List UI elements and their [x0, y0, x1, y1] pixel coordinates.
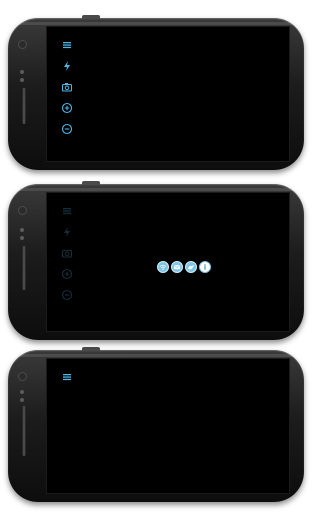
app-screen	[46, 26, 290, 162]
power-button	[82, 181, 100, 185]
power-button	[82, 15, 100, 19]
sensor-dot	[20, 228, 24, 232]
phone-mockup-2	[8, 181, 304, 340]
zoom-out-icon[interactable]	[61, 289, 73, 301]
bird-share-icon[interactable]	[185, 261, 197, 273]
zoom-out-icon[interactable]	[61, 123, 73, 135]
menu-icon[interactable]	[61, 371, 73, 383]
phone-mockup-3	[8, 347, 304, 502]
app-screen	[46, 192, 290, 332]
front-camera	[18, 40, 27, 49]
front-camera	[18, 372, 27, 381]
phone-mockup-1	[8, 15, 304, 170]
menu-icon[interactable]	[61, 205, 73, 217]
speaker-grille	[22, 88, 26, 124]
camera-icon[interactable]	[61, 247, 73, 259]
speaker-grille	[22, 406, 26, 456]
camera-side-menu	[61, 39, 73, 144]
flash-icon[interactable]	[61, 60, 73, 72]
sensor-dot	[20, 70, 24, 74]
power-button	[82, 347, 100, 351]
front-camera	[18, 206, 27, 215]
email-share-icon[interactable]	[171, 261, 183, 273]
menu-icon[interactable]	[61, 39, 73, 51]
info-icon[interactable]	[199, 261, 211, 273]
share-options	[157, 261, 211, 273]
zoom-in-icon[interactable]	[61, 102, 73, 114]
camera-icon[interactable]	[61, 81, 73, 93]
camera-side-menu	[61, 205, 73, 310]
sensor-dot	[20, 236, 24, 240]
camera-side-menu	[61, 371, 73, 392]
app-screen	[46, 358, 290, 494]
sensor-dot	[20, 390, 24, 394]
zoom-in-icon[interactable]	[61, 268, 73, 280]
wifi-share-icon[interactable]	[157, 261, 169, 273]
sensor-dot	[20, 78, 24, 82]
flash-icon[interactable]	[61, 226, 73, 238]
speaker-grille	[22, 246, 26, 290]
sensor-dot	[20, 398, 24, 402]
